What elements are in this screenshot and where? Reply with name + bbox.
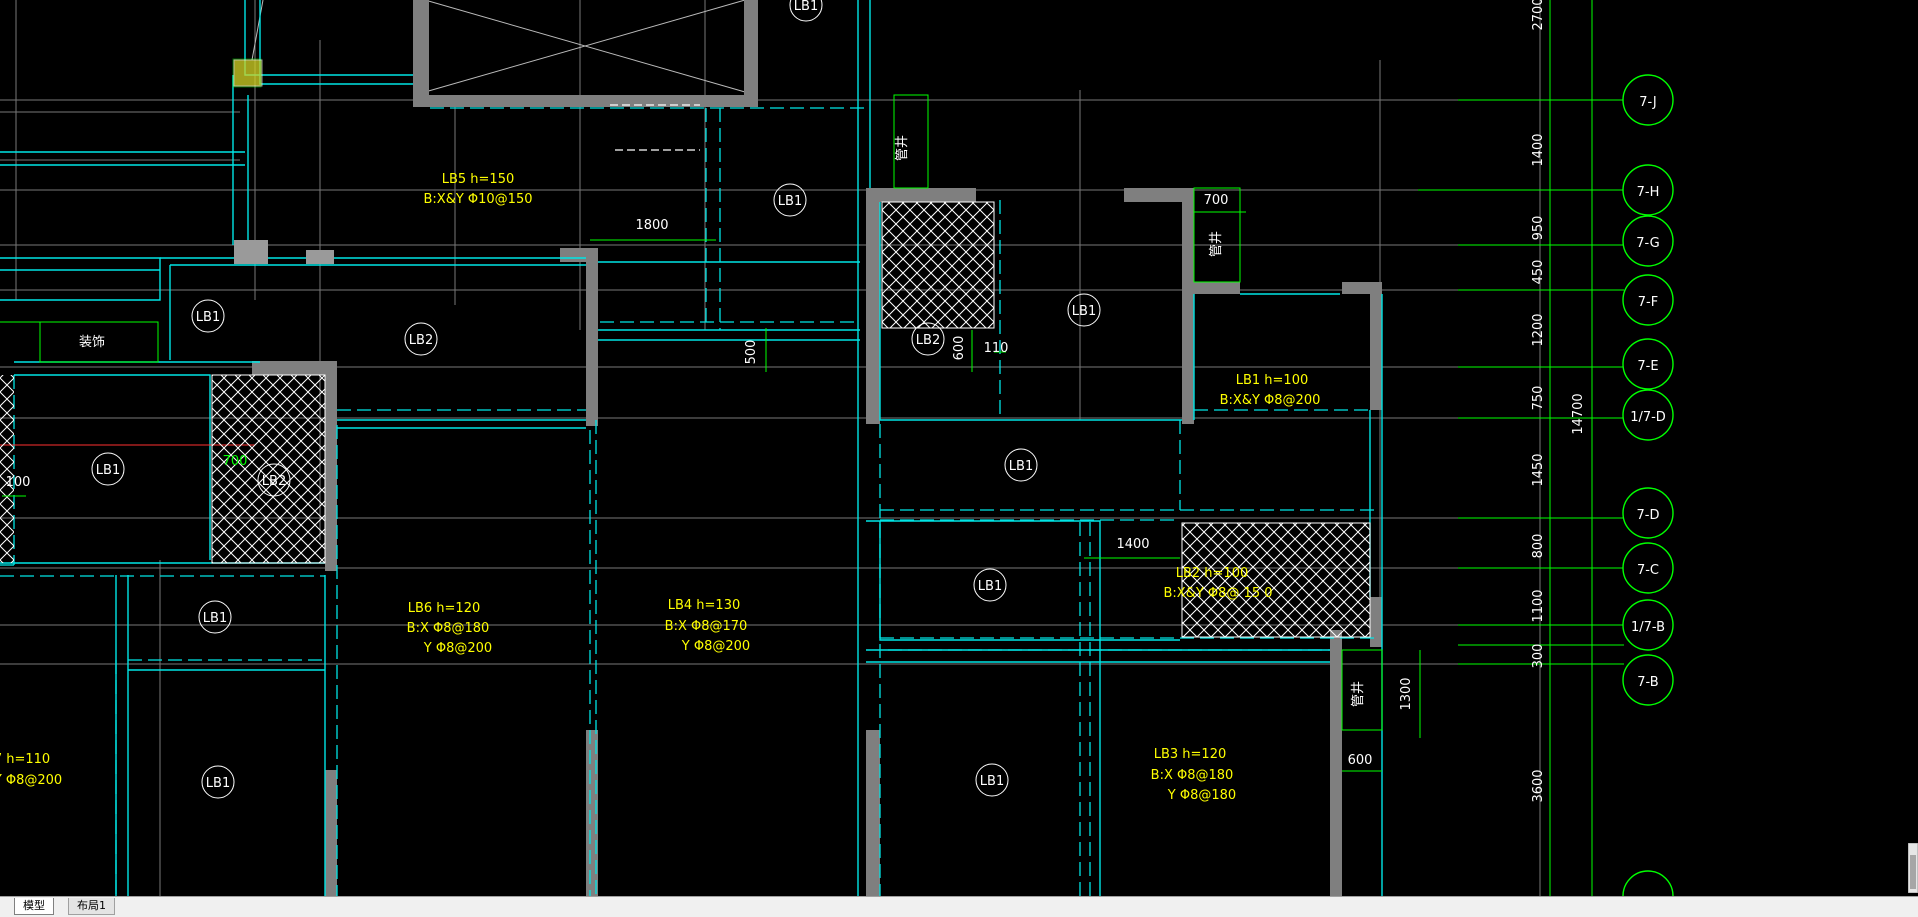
dim-label: 1800 <box>635 218 668 233</box>
dim-text: 450 <box>1531 260 1546 285</box>
slab-tag: LB6 h=120 <box>408 601 481 616</box>
slab-tag: LB5 h=150 <box>442 172 515 187</box>
axis-grid <box>1418 0 1624 896</box>
dim-label: 100 <box>6 475 31 490</box>
axis-label: 7-E <box>1637 359 1658 374</box>
dim-text: 1200 <box>1531 313 1546 346</box>
slab-tag: LB2 h=100 <box>1176 566 1249 581</box>
bubble-label: LB1 <box>978 579 1002 594</box>
dim-text: 1400 <box>1531 133 1546 166</box>
slab-rebar: Y Φ8@200 <box>0 773 62 788</box>
dim-text: 950 <box>1531 216 1546 241</box>
slab-rebar: Y Φ8@200 <box>681 639 750 654</box>
floor-plan-drawing[interactable]: 7-J 7-H 7-G 7-F 7-E 1/7-D 7-D 7-C 1/7-B … <box>0 0 1918 896</box>
axis-label: 7-C <box>1637 563 1659 578</box>
cad-model-viewport[interactable]: 7-J 7-H 7-G 7-F 7-E 1/7-D 7-D 7-C 1/7-B … <box>0 0 1918 896</box>
slab-rebar: B:X&Y Φ10@150 <box>423 192 532 207</box>
axis-label: 7-J <box>1639 95 1657 110</box>
slab-tag: LB3 h=120 <box>1154 747 1227 762</box>
dim-label: 600 <box>952 336 967 361</box>
bubble-label: LB1 <box>794 0 818 14</box>
bubble-label: LB1 <box>1009 459 1033 474</box>
bubble-label: LB1 <box>96 463 120 478</box>
slab-rebar: Y Φ8@200 <box>423 641 492 656</box>
bubble-label: LB1 <box>980 774 1004 789</box>
axis-label: 7-H <box>1637 185 1660 200</box>
bubble-label: LB2 <box>262 474 286 489</box>
dim-text: 300 <box>1531 644 1546 669</box>
axis-label: 7-B <box>1637 675 1658 690</box>
axis-label: 7-G <box>1636 236 1660 251</box>
bubble-label: LB1 <box>778 194 802 209</box>
dim-text: 1100 <box>1531 589 1546 622</box>
room-label: 管井 <box>1351 681 1366 707</box>
slab-rebar: B:X Φ8@180 <box>1151 768 1234 783</box>
dim-text: 1450 <box>1531 453 1546 486</box>
vertical-scrollbar[interactable] <box>1908 843 1918 893</box>
room-label: 管井 <box>895 135 910 161</box>
slab-rebar: B:X&Y Φ8@ 15 0 <box>1164 586 1273 601</box>
axis-dimensions: 2700 1400 950 450 1200 750 1450 800 1100… <box>1531 0 1586 803</box>
bubble-label: LB2 <box>916 333 940 348</box>
room-label: 装饰 <box>79 335 105 350</box>
dim-text: 3600 <box>1531 769 1546 802</box>
slab-tag: LB4 h=130 <box>668 598 741 613</box>
bubble-label: LB1 <box>203 611 227 626</box>
axis-label: 1/7-B <box>1631 620 1665 635</box>
axis-label: 7-F <box>1638 295 1658 310</box>
room-label: 管井 <box>1209 231 1224 257</box>
axis-label: 1/7-D <box>1630 410 1666 425</box>
tab-label: 模型 <box>23 899 45 912</box>
tab-label: 布局1 <box>77 899 106 912</box>
dim-text: 800 <box>1531 534 1546 559</box>
shaft-diagonals <box>251 0 746 93</box>
slab-annotations: LB5 h=150 B:X&Y Φ10@150 LB6 h=120 B:X Φ8… <box>0 172 1320 803</box>
bubble-label: LB1 <box>1072 304 1096 319</box>
dim-text: 750 <box>1531 386 1546 411</box>
bubble-label: LB2 <box>409 333 433 348</box>
dim-label: 700 <box>223 454 248 469</box>
bubble-label: LB1 <box>196 310 220 325</box>
dim-text: 2700 <box>1531 0 1546 31</box>
layout-tab-bar: 模型 布局1 <box>0 896 1918 917</box>
dim-label: 1400 <box>1116 537 1149 552</box>
dim-label: 1300 <box>1399 677 1414 710</box>
slab-tag: 7 h=110 <box>0 752 50 767</box>
slab-rebar: B:X&Y Φ8@200 <box>1220 393 1321 408</box>
dim-label: 700 <box>1204 193 1229 208</box>
dim-label: 600 <box>1348 753 1373 768</box>
slab-tag: LB1 h=100 <box>1236 373 1309 388</box>
dim-total: 14700 <box>1571 393 1586 434</box>
dim-label: 110 <box>984 341 1009 356</box>
axis-label: 7-D <box>1637 508 1660 523</box>
tab-layout1[interactable]: 布局1 <box>68 898 115 915</box>
dim-label: 500 <box>744 340 759 365</box>
slab-rebar: B:X Φ8@170 <box>665 619 748 634</box>
slab-rebar: Y Φ8@180 <box>1167 788 1236 803</box>
tab-model[interactable]: 模型 <box>14 898 54 915</box>
columns <box>233 59 334 264</box>
bubble-label: LB1 <box>206 776 230 791</box>
slab-rebar: B:X Φ8@180 <box>407 621 490 636</box>
